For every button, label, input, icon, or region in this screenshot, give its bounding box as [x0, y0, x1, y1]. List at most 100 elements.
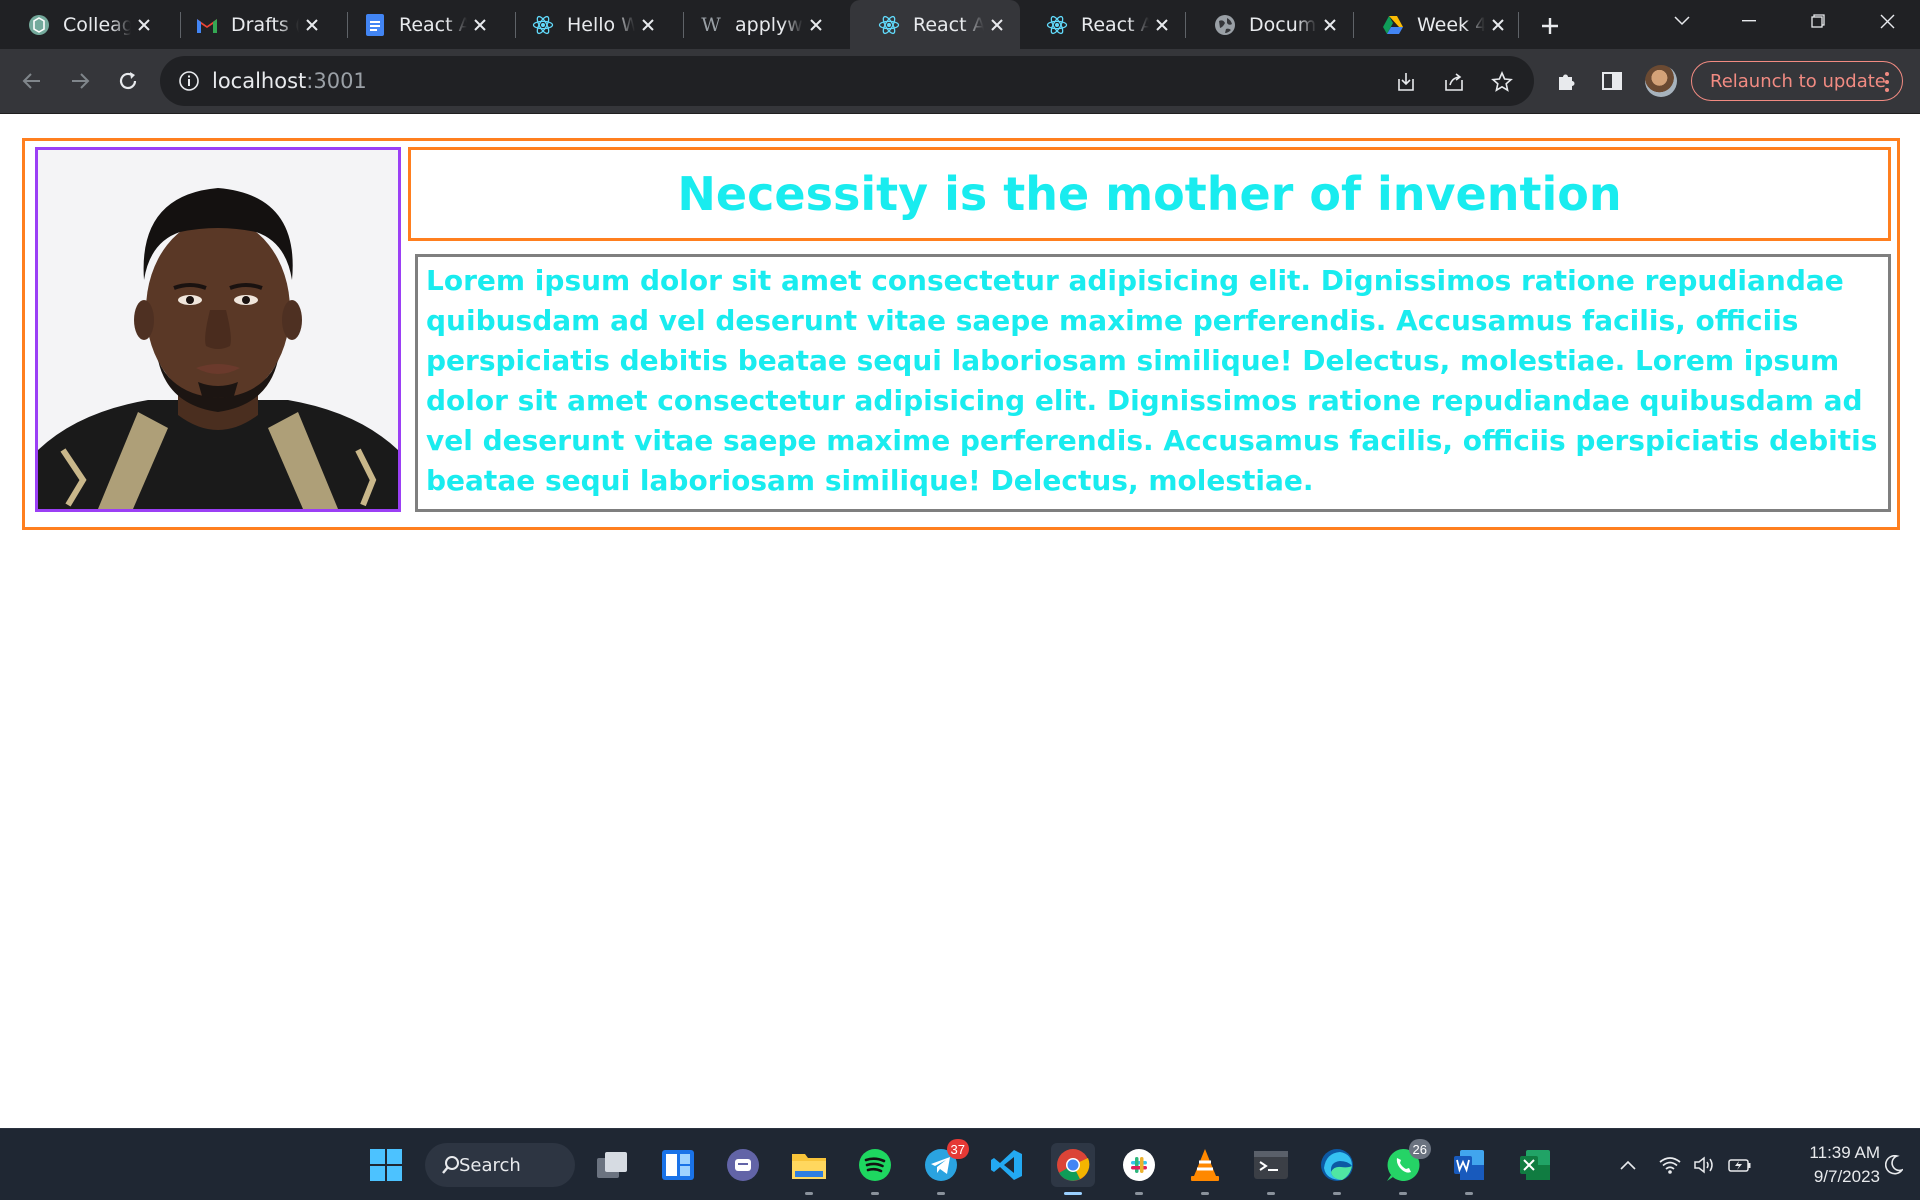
start-button[interactable]	[364, 1143, 408, 1187]
url-text[interactable]: localhost:3001	[212, 56, 367, 106]
tab-title: Drafts (3)	[231, 13, 299, 36]
install-app-button[interactable]	[1390, 66, 1422, 98]
search-label: Search	[459, 1154, 521, 1176]
tab-search-button[interactable]	[1654, 0, 1710, 42]
new-tab-button[interactable]	[1534, 10, 1566, 42]
globe-icon	[1214, 14, 1236, 36]
word-button[interactable]	[1447, 1143, 1491, 1195]
spotify-icon	[859, 1149, 891, 1181]
side-panel-button[interactable]	[1594, 63, 1630, 99]
file-explorer-button[interactable]	[787, 1143, 831, 1195]
paragraph-box: Lorem ipsum dolor sit amet consectetur a…	[415, 254, 1891, 512]
clock-time: 11:39 AM	[1809, 1143, 1880, 1162]
excel-button[interactable]	[1513, 1143, 1557, 1187]
person-portrait-image	[38, 150, 398, 509]
tab-gmail-drafts[interactable]: Drafts (3)	[168, 0, 335, 49]
tab-colleagues[interactable]: Colleagues	[0, 0, 167, 49]
chrome-icon	[1057, 1149, 1090, 1181]
running-indicator	[1135, 1192, 1143, 1195]
arrow-right-icon	[72, 73, 90, 89]
widgets-icon	[662, 1150, 694, 1180]
react-icon	[1046, 14, 1068, 36]
close-icon[interactable]	[635, 12, 661, 38]
share-icon	[1445, 73, 1463, 91]
windows-taskbar: Search 37 26 11:39 AM 9/7/2023	[0, 1128, 1920, 1200]
tab-hello-world[interactable]: Hello World	[504, 0, 671, 49]
extensions-button[interactable]	[1548, 63, 1584, 99]
telegram-button[interactable]: 37	[919, 1139, 969, 1195]
address-bar[interactable]: localhost:3001	[160, 56, 1534, 106]
react-icon	[532, 14, 554, 36]
telegram-badge: 37	[946, 1139, 969, 1159]
vlc-icon	[1191, 1149, 1219, 1181]
tab-document[interactable]: Document	[1186, 0, 1353, 49]
tab-react-app-active[interactable]: React App	[850, 0, 1020, 49]
page-heading: Necessity is the mother of invention	[677, 167, 1622, 221]
star-icon	[1491, 71, 1513, 92]
tab-title: React Assignment	[399, 13, 467, 36]
google-drive-icon	[1382, 14, 1404, 36]
share-button[interactable]	[1438, 66, 1470, 98]
tab-applywu[interactable]: W applywu	[672, 0, 839, 49]
tab-week-4[interactable]: Week 4 (	[1354, 0, 1521, 49]
profile-card: Necessity is the mother of invention Lor…	[22, 138, 1900, 530]
close-icon[interactable]	[803, 12, 829, 38]
profile-photo	[35, 147, 401, 512]
vlc-button[interactable]	[1183, 1143, 1227, 1195]
show-hidden-icons-button[interactable]	[1614, 1151, 1642, 1179]
slack-button[interactable]	[1117, 1143, 1161, 1195]
close-icon[interactable]	[1317, 12, 1343, 38]
running-indicator	[1399, 1192, 1407, 1195]
install-icon	[1398, 73, 1414, 91]
notifications-button[interactable]	[1880, 1151, 1908, 1179]
slack-icon	[1123, 1149, 1155, 1181]
close-window-button[interactable]	[1859, 0, 1915, 42]
moon-icon	[1885, 1155, 1903, 1175]
battery-button[interactable]	[1726, 1151, 1754, 1179]
forward-button[interactable]	[60, 61, 100, 101]
close-icon[interactable]	[984, 12, 1010, 38]
close-icon[interactable]	[1485, 12, 1511, 38]
whatsapp-button[interactable]: 26	[1381, 1139, 1431, 1195]
task-view-button[interactable]	[590, 1143, 634, 1187]
info-icon[interactable]	[178, 70, 200, 92]
minimize-button[interactable]	[1721, 0, 1777, 42]
vscode-button[interactable]	[985, 1143, 1029, 1187]
gmail-icon	[196, 14, 218, 36]
bookmark-button[interactable]	[1486, 66, 1518, 98]
react-icon	[878, 14, 900, 36]
edge-button[interactable]	[1315, 1143, 1359, 1195]
volume-button[interactable]	[1690, 1151, 1718, 1179]
reload-button[interactable]	[108, 61, 148, 101]
spotify-button[interactable]	[853, 1143, 897, 1195]
network-button[interactable]	[1656, 1151, 1684, 1179]
windows-start-icon	[370, 1149, 402, 1181]
tab-title: Colleagues	[63, 13, 131, 36]
close-icon[interactable]	[299, 12, 325, 38]
chrome-button[interactable]	[1051, 1143, 1095, 1195]
teams-chat-button[interactable]	[721, 1143, 765, 1187]
profile-avatar[interactable]	[1645, 65, 1677, 97]
restore-icon	[1811, 14, 1825, 28]
system-clock[interactable]: 11:39 AM 9/7/2023	[1770, 1141, 1880, 1189]
tab-title: React App	[1081, 13, 1149, 36]
tab-react-app[interactable]: React App	[1018, 0, 1185, 49]
tab-react-assignment[interactable]: React Assignment	[336, 0, 503, 49]
terminal-button[interactable]	[1249, 1143, 1293, 1195]
back-button[interactable]	[12, 61, 52, 101]
running-indicator	[937, 1192, 945, 1195]
plus-icon	[1542, 18, 1558, 34]
lorem-paragraph: Lorem ipsum dolor sit amet consectetur a…	[426, 264, 1878, 497]
relaunch-button[interactable]: Relaunch to update	[1691, 61, 1903, 101]
running-indicator	[805, 1192, 813, 1195]
widgets-button[interactable]	[656, 1143, 700, 1187]
running-indicator	[1201, 1192, 1209, 1195]
arrow-left-icon	[22, 73, 40, 89]
close-icon[interactable]	[1149, 12, 1175, 38]
close-icon[interactable]	[131, 12, 157, 38]
restore-button[interactable]	[1790, 0, 1846, 42]
reload-icon	[119, 72, 137, 90]
wifi-icon	[1659, 1157, 1681, 1174]
close-icon[interactable]	[467, 12, 493, 38]
taskbar-search[interactable]: Search	[425, 1143, 575, 1187]
